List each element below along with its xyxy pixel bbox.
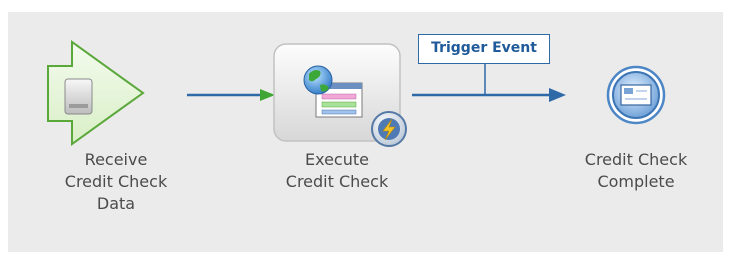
lightning-bolt-icon — [371, 111, 407, 147]
envelope-icon — [620, 84, 652, 106]
complete-node-label: Credit Check Complete — [566, 149, 706, 193]
complete-label-line-1: Credit Check — [584, 150, 688, 169]
arrow-head-icon — [260, 89, 275, 101]
receive-label-line-3: Data — [96, 194, 136, 213]
document-icon — [64, 78, 93, 115]
start-event-arrow-icon[interactable] — [47, 40, 145, 146]
complete-label-line-2: Complete — [597, 172, 675, 191]
envelope-end-event-icon[interactable] — [606, 65, 666, 125]
trigger-event-box[interactable]: Trigger Event — [418, 34, 550, 64]
receive-label-line-2: Credit Check — [64, 172, 168, 191]
sequence-flow-1[interactable] — [187, 89, 275, 101]
execute-task-box[interactable] — [273, 43, 407, 147]
execute-label-line-2: Credit Check — [285, 172, 389, 191]
arrow-head-icon — [549, 88, 566, 102]
receive-label-line-1: Receive — [84, 150, 148, 169]
execute-node-label: Execute Credit Check — [267, 149, 407, 193]
receive-node-label: Receive Credit Check Data — [46, 149, 186, 215]
process-flow-diagram — [47, 40, 666, 147]
execute-label-line-1: Execute — [305, 150, 369, 169]
sequence-flow-2[interactable] — [412, 64, 566, 102]
